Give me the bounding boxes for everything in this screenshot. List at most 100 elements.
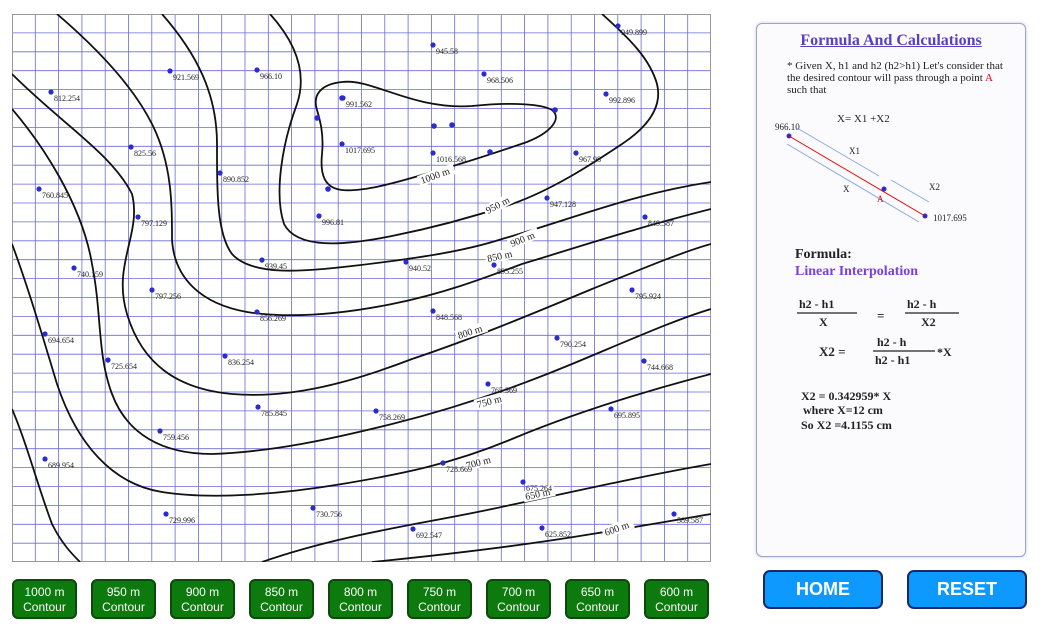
formula-name: Linear Interpolation — [795, 264, 918, 279]
frac2-numerator: h2 - h — [907, 297, 937, 311]
survey-point — [403, 259, 409, 265]
survey-points: 949.899 945.58 921.569 966.10 968.506 812.254… — [36, 23, 703, 540]
title-word-formula: Formula — [800, 32, 860, 49]
survey-point — [135, 214, 141, 220]
survey-point — [157, 428, 163, 434]
survey-point-label: 675.264 — [526, 484, 552, 493]
survey-point-label: 856.269 — [260, 314, 286, 323]
frac1-numerator: h2 - h1 — [799, 297, 834, 311]
survey-point-label: 790.254 — [560, 340, 586, 349]
survey-point — [430, 42, 436, 48]
survey-point-label: 836.254 — [228, 358, 254, 367]
survey-point — [430, 150, 436, 156]
survey-point-label: 695.895 — [614, 411, 640, 420]
contour-button-value: 950 m — [106, 585, 141, 599]
survey-point-label: 949.899 — [621, 28, 647, 37]
contour-850 — [56, 14, 711, 317]
home-button[interactable]: HOME — [763, 570, 883, 609]
survey-point — [259, 257, 265, 263]
survey-point-label: 785.845 — [261, 409, 287, 418]
survey-point — [440, 460, 446, 466]
contour-button-700-m[interactable]: 700 m Contour — [486, 579, 551, 619]
survey-point-label: 895.255 — [497, 267, 523, 276]
equals-sign: = — [877, 308, 884, 323]
survey-point — [254, 309, 260, 315]
survey-point — [128, 144, 134, 150]
contour-button-value: 850 m — [264, 585, 299, 599]
frac3-denominator: h2 - h1 — [875, 353, 910, 367]
contour-button-750-m[interactable]: 750 m Contour — [407, 579, 472, 619]
contour-button-row: 1000 m Contour 950 m Contour 900 m Contour 850… — [12, 579, 712, 621]
survey-point-label: 825.56 — [134, 149, 156, 158]
survey-point — [149, 287, 155, 293]
survey-point-label: 694.654 — [48, 336, 74, 345]
survey-point-label: 940.52 — [409, 264, 431, 273]
contour-button-value: 700 m — [501, 585, 536, 599]
survey-point-label: 729.996 — [169, 516, 195, 525]
survey-point — [642, 214, 648, 220]
reset-button[interactable]: RESET — [907, 570, 1027, 609]
contour-label: 900 m — [509, 230, 537, 250]
diagram-top-value: 966.10 — [775, 122, 800, 132]
contour-650 — [12, 408, 81, 562]
survey-point — [615, 23, 621, 29]
diagram-a-label: A — [877, 194, 884, 204]
survey-point-label: 728.669 — [446, 465, 472, 474]
contour-button-600-m[interactable]: 600 m Contour — [644, 579, 709, 619]
x2-lhs: X2 = — [819, 344, 846, 359]
contour-button-value: 1000 m — [24, 585, 65, 599]
survey-point — [316, 213, 322, 219]
given-point-a: A — [984, 72, 993, 84]
survey-point — [481, 71, 487, 77]
contour-button-650-m[interactable]: 650 m Contour — [565, 579, 630, 619]
survey-point-label: 939.45 — [265, 262, 287, 271]
survey-point — [167, 68, 173, 74]
survey-point — [222, 353, 228, 359]
survey-point-label: 730.756 — [316, 510, 342, 519]
survey-point — [641, 358, 647, 364]
survey-point — [254, 67, 260, 73]
survey-point — [554, 335, 560, 341]
contour-button-950-m[interactable]: 950 m Contour — [91, 579, 156, 619]
formula-panel: Formula And Calculations * Given X, h1 a… — [756, 23, 1026, 557]
contour-label: 750 m — [476, 394, 503, 411]
survey-point — [339, 141, 345, 147]
contour-button-label: Contour — [418, 600, 461, 614]
contour-label: 600 m — [603, 520, 631, 539]
contour-button-800-m[interactable]: 800 m Contour — [328, 579, 393, 619]
survey-point — [671, 511, 677, 517]
survey-point — [42, 456, 48, 462]
survey-point-label: 589.587 — [677, 516, 703, 525]
contour-button-1000-m[interactable]: 1000 m Contour — [12, 579, 77, 619]
contour-label: 850 m — [486, 249, 513, 265]
survey-point-label: 1016.568 — [436, 155, 466, 164]
panel-title: Formula And Calculations — [757, 32, 1025, 50]
survey-point-label: 797.256 — [155, 292, 181, 301]
contour-button-value: 650 m — [580, 585, 615, 599]
survey-point-label: 947.128 — [550, 200, 576, 209]
survey-point-label: 849.587 — [648, 219, 674, 228]
frac1-denominator: X — [819, 315, 828, 329]
result-line-1: X2 = 0.342959* X — [801, 389, 892, 403]
contour-map[interactable]: 1000 m 950 m 900 m 850 m 800 m 750 m 700 m 650 … — [12, 14, 711, 562]
survey-point-label: 991.562 — [346, 100, 372, 109]
equation-text: X= X1 +X2 — [837, 113, 890, 125]
survey-point-label: 740.159 — [77, 270, 103, 279]
contour-button-900-m[interactable]: 900 m Contour — [170, 579, 235, 619]
survey-point-label: 758.269 — [379, 413, 405, 422]
survey-point-label: 689.954 — [48, 461, 74, 470]
survey-point — [485, 381, 491, 387]
survey-point-label: 765.369 — [491, 386, 517, 395]
survey-point-label: 967.98 — [579, 155, 601, 164]
survey-point — [410, 526, 416, 532]
survey-point-label: 890.852 — [223, 175, 249, 184]
survey-point-label: 996.81 — [322, 218, 344, 227]
contour-button-label: Contour — [260, 600, 303, 614]
contour-button-850-m[interactable]: 850 m Contour — [249, 579, 314, 619]
contour-button-label: Contour — [102, 600, 145, 614]
survey-point — [42, 331, 48, 337]
survey-point-label: 625.852 — [545, 530, 571, 539]
contour-button-label: Contour — [497, 600, 540, 614]
survey-point-label: 744.668 — [647, 363, 673, 372]
survey-point — [373, 408, 379, 414]
